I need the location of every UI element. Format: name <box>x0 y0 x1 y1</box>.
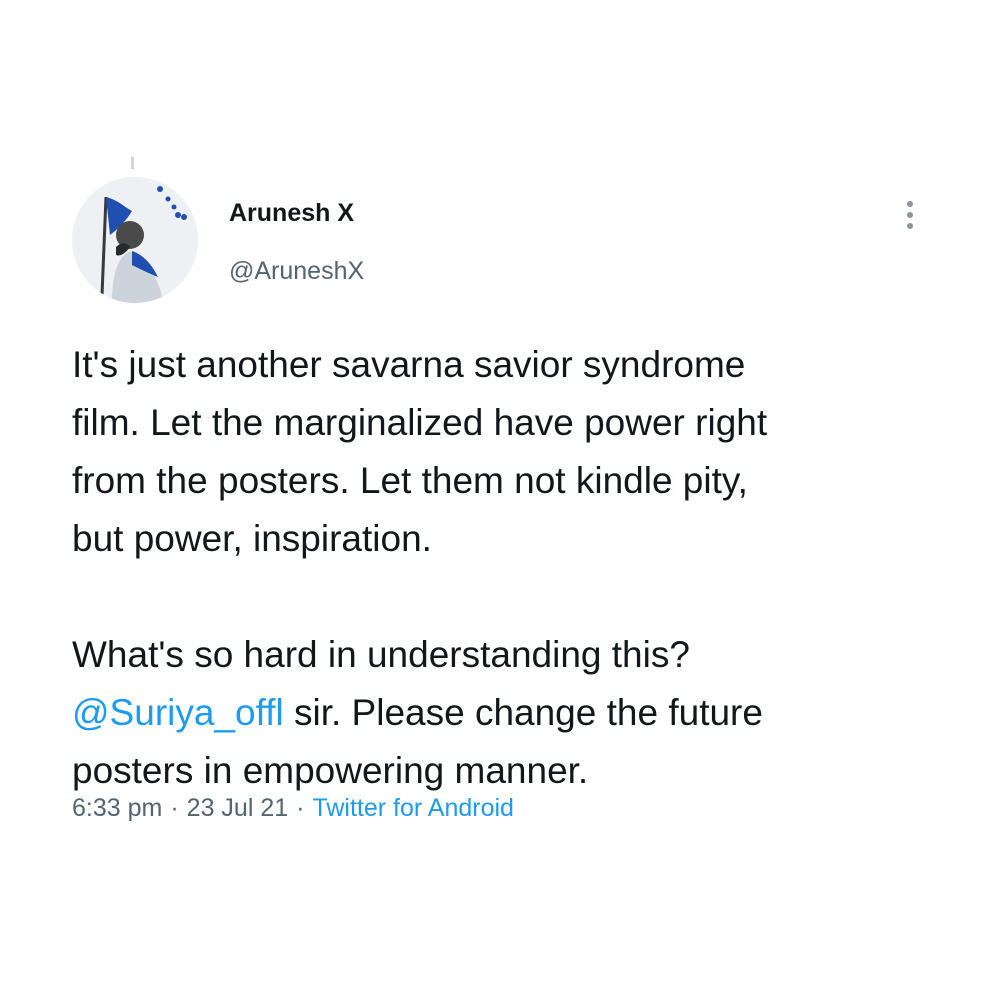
avatar-illustration <box>72 177 198 303</box>
avatar[interactable] <box>72 177 198 303</box>
tweet-time[interactable]: 6:33 pm <box>72 794 162 822</box>
more-options-button[interactable] <box>896 196 924 234</box>
tweet-text-line: What's so hard in understanding this? <box>72 634 690 675</box>
user-handle[interactable]: @AruneshX <box>229 254 364 288</box>
more-vertical-icon-dot <box>907 223 913 229</box>
divider <box>131 157 134 169</box>
tweet-text: It's just another savarna savior syndrom… <box>72 336 972 800</box>
more-vertical-icon <box>907 201 913 207</box>
meta-separator: · <box>296 794 305 822</box>
tweet-text-fragment: sir. Please change the future <box>283 692 763 733</box>
tweet-text-line: but power, inspiration. <box>72 518 432 559</box>
more-vertical-icon-dot <box>907 212 913 218</box>
tweet-text-line: from the posters. Let them not kindle pi… <box>72 460 748 501</box>
tweet-text-line: @Suriya_offl sir. Please change the futu… <box>72 684 972 742</box>
mention-link[interactable]: @Suriya_offl <box>72 692 284 733</box>
tweet-date[interactable]: 23 Jul 21 <box>187 794 288 822</box>
meta-separator: · <box>170 794 179 822</box>
tweet-metadata: 6:33 pm · 23 Jul 21 · Twitter for Android <box>72 790 514 826</box>
display-name[interactable]: Arunesh X <box>229 196 354 230</box>
tweet-source-link[interactable]: Twitter for Android <box>312 794 513 822</box>
tweet-text-line: film. Let the marginalized have power ri… <box>72 402 768 443</box>
tweet-card: Arunesh X @AruneshX It's just another sa… <box>0 0 1000 1000</box>
tweet-text-line: It's just another savarna savior syndrom… <box>72 344 746 385</box>
